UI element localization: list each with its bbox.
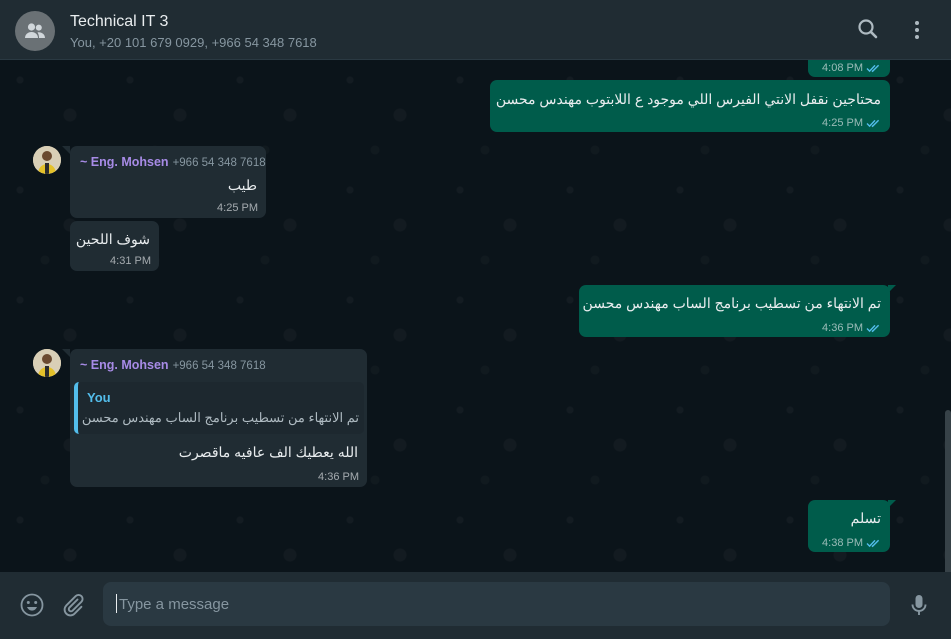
- message-input[interactable]: [103, 582, 890, 626]
- message-time: 4:36 PM: [318, 471, 359, 483]
- message-text: محتاجين نقفل الانتي الفيرس اللي موجود ع …: [495, 91, 881, 107]
- message-text: طيب: [227, 177, 257, 193]
- chat-title[interactable]: Technical IT 3: [70, 13, 168, 31]
- chat-header: Technical IT 3 You, +20 101 679 0929, +9…: [0, 0, 951, 60]
- message-time: 4:38 PM: [822, 537, 882, 549]
- message-text: تسلم: [850, 510, 881, 526]
- sender-avatar[interactable]: [33, 349, 61, 377]
- message-outgoing[interactable]: تم الانتهاء من تسطيب برنامج الساب مهندس …: [579, 285, 890, 337]
- search-button[interactable]: [855, 16, 883, 44]
- message-text: شوف اللحين: [75, 231, 150, 247]
- message-outgoing[interactable]: محتاجين نقفل الانتي الفيرس اللي موجود ع …: [490, 80, 890, 132]
- sender-name[interactable]: ~ Eng. Mohsen: [80, 358, 169, 372]
- text-caret: [116, 594, 117, 613]
- double-check-icon: [866, 64, 880, 73]
- message-time: 4:36 PM: [822, 322, 882, 334]
- message-outgoing[interactable]: 4:08 PM: [808, 60, 890, 77]
- message-sender: ~ Eng. Mohsen +966 54 348 7618: [80, 155, 266, 169]
- double-check-icon: [866, 539, 880, 548]
- message-time: 4:25 PM: [822, 117, 882, 129]
- sender-name[interactable]: ~ Eng. Mohsen: [80, 155, 169, 169]
- double-check-icon: [866, 324, 880, 333]
- scrollbar[interactable]: [945, 410, 951, 572]
- message-text: الله يعطيك الف عافيه ماقصرت: [178, 444, 358, 460]
- message-outgoing[interactable]: تسلم 4:38 PM: [808, 500, 890, 552]
- emoji-icon: [20, 593, 44, 617]
- paperclip-icon: [63, 593, 84, 617]
- attach-button[interactable]: [60, 592, 86, 618]
- message-incoming[interactable]: ~ Eng. Mohsen +966 54 348 7618 طيب 4:25 P…: [70, 146, 266, 218]
- message-incoming[interactable]: شوف اللحين 4:31 PM: [70, 221, 159, 271]
- group-avatar[interactable]: [15, 11, 55, 51]
- message-sender: ~ Eng. Mohsen +966 54 348 7618: [80, 358, 266, 372]
- message-time: 4:08 PM: [822, 62, 882, 74]
- sender-avatar[interactable]: [33, 146, 61, 174]
- message-text: تم الانتهاء من تسطيب برنامج الساب مهندس …: [582, 295, 881, 311]
- message-time: 4:25 PM: [217, 202, 258, 214]
- voice-message-button[interactable]: [906, 592, 932, 618]
- quoted-message[interactable]: You تم الانتهاء من تسطيب برنامج الساب مه…: [74, 382, 364, 434]
- microphone-icon: [911, 595, 927, 615]
- message-list[interactable]: 4:08 PM محتاجين نقفل الانتي الفيرس اللي …: [0, 60, 951, 572]
- chat-participants: You, +20 101 679 0929, +966 54 348 7618: [70, 35, 317, 50]
- person-avatar-icon: [33, 349, 61, 377]
- sender-phone: +966 54 348 7618: [172, 157, 266, 169]
- bubble-tail: [62, 146, 70, 154]
- composer-bar: [0, 572, 951, 639]
- message-time: 4:31 PM: [110, 255, 151, 267]
- message-incoming[interactable]: ~ Eng. Mohsen +966 54 348 7618 You تم الا…: [70, 349, 367, 487]
- emoji-button[interactable]: [19, 592, 45, 618]
- quoted-author: You: [87, 390, 111, 405]
- menu-icon: [915, 21, 919, 39]
- search-icon: [858, 19, 878, 39]
- quoted-text: تم الانتهاء من تسطيب برنامج الساب مهندس …: [81, 410, 359, 425]
- menu-button[interactable]: [904, 16, 932, 44]
- person-avatar-icon: [33, 146, 61, 174]
- double-check-icon: [866, 119, 880, 128]
- bubble-tail: [62, 349, 70, 357]
- group-icon: [25, 23, 45, 38]
- sender-phone: +966 54 348 7618: [172, 360, 266, 372]
